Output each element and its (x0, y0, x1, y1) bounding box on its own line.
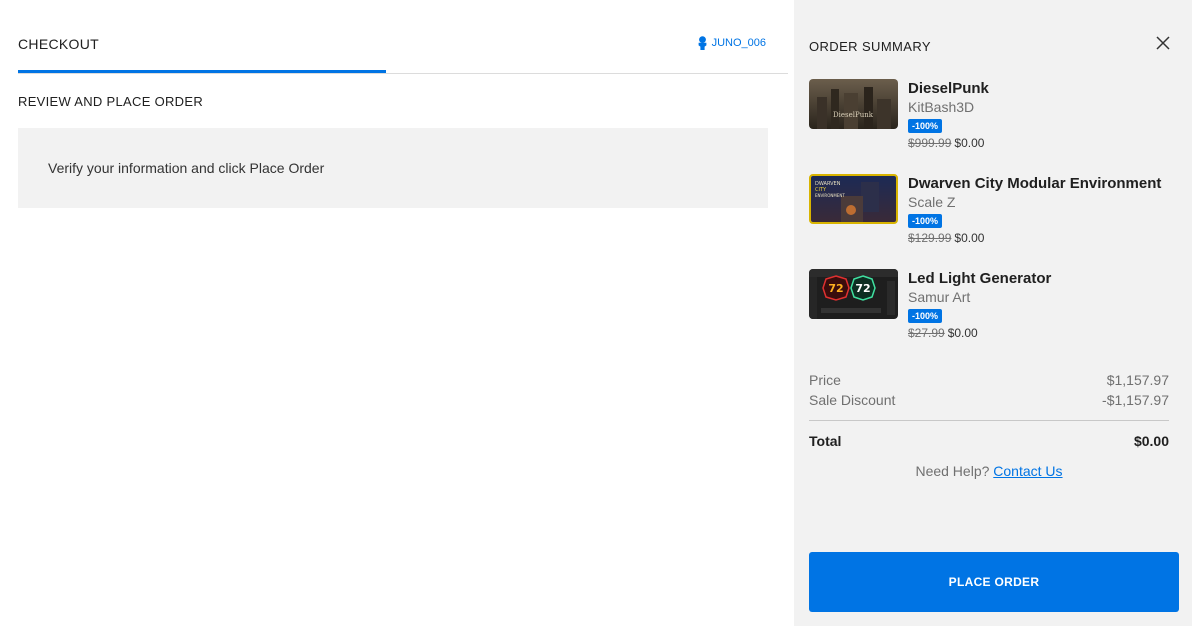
svg-text:72: 72 (828, 282, 843, 295)
checkout-panel: CHECKOUT JUNO_006 REVIEW AND PLACE ORDER… (0, 0, 794, 626)
led-light-thumbnail[interactable]: 72 72 (809, 269, 898, 319)
checkout-page: CHECKOUT JUNO_006 REVIEW AND PLACE ORDER… (0, 0, 1192, 626)
item-publisher: KitBash3D (908, 99, 975, 115)
user-account[interactable]: JUNO_006 (697, 36, 766, 50)
item-publisher: Samur Art (908, 289, 971, 305)
help-text: Need Help? (915, 463, 990, 479)
total-label: Total (809, 433, 842, 449)
total-value: $0.00 (1133, 433, 1169, 449)
close-icon[interactable] (1154, 34, 1172, 52)
svg-text:ENVIRONMENT: ENVIRONMENT (815, 193, 845, 198)
sale-discount-value: -$1,157.97 (1102, 392, 1169, 408)
divider (809, 420, 1169, 421)
discount-badge: -100% (908, 214, 943, 228)
discount-badge: -100% (908, 119, 943, 133)
help-line: Need Help? Contact Us (809, 463, 1169, 479)
item-prices: $27.99 $0.00 (908, 326, 1178, 340)
original-price: $27.99 (908, 326, 945, 340)
item-title[interactable]: DieselPunk (908, 79, 1178, 99)
original-price: $129.99 (908, 231, 952, 245)
dieselpunk-city-thumbnail[interactable]: DieselPunk (809, 79, 898, 129)
sale-price: $0.00 (954, 136, 985, 150)
dwarven-city-thumbnail[interactable]: DWARVEN CITY ENVIRONMENT (809, 174, 898, 224)
price-row: Price $1,157.97 (809, 370, 1169, 390)
item-prices: $999.99 $0.00 (908, 136, 1178, 150)
price-label: Price (809, 372, 841, 388)
discount-badge: -100% (908, 309, 943, 323)
svg-text:72: 72 (855, 282, 870, 295)
user-icon (698, 36, 706, 50)
order-summary-title: ORDER SUMMARY (809, 39, 931, 54)
tab-active-indicator (18, 70, 386, 73)
checkout-header: CHECKOUT JUNO_006 (18, 0, 788, 74)
sale-discount-label: Sale Discount (809, 392, 896, 408)
order-item-info: DieselPunk KitBash3D -100% $999.99 $0.00 (908, 79, 1178, 150)
svg-text:DieselPunk: DieselPunk (833, 111, 874, 119)
item-publisher: Scale Z (908, 194, 956, 210)
total-row: Total $0.00 (809, 431, 1169, 451)
info-text: Verify your information and click Place … (48, 160, 325, 176)
item-prices: $129.99 $0.00 (908, 231, 1178, 245)
section-title: REVIEW AND PLACE ORDER (18, 94, 204, 109)
contact-us-link[interactable]: Contact Us (993, 463, 1062, 479)
tab-checkout[interactable]: CHECKOUT (18, 36, 99, 52)
username: JUNO_006 (711, 37, 766, 49)
sale-price: $0.00 (947, 326, 978, 340)
order-item-info: Led Light Generator Samur Art -100% $27.… (908, 269, 1178, 340)
item-title[interactable]: Led Light Generator (908, 269, 1178, 289)
sale-discount-row: Sale Discount -$1,157.97 (809, 390, 1169, 410)
sale-price: $0.00 (954, 231, 985, 245)
original-price: $999.99 (908, 136, 952, 150)
place-order-button[interactable]: PLACE ORDER (809, 552, 1179, 612)
item-title[interactable]: Dwarven City Modular Environment (908, 174, 1178, 194)
order-totals: Price $1,157.97 Sale Discount -$1,157.97… (809, 370, 1169, 451)
info-box: Verify your information and click Place … (18, 128, 768, 208)
order-item-info: Dwarven City Modular Environment Scale Z… (908, 174, 1178, 245)
order-summary-panel: ORDER SUMMARY DieselPunk DieselPunk KitB… (794, 0, 1192, 626)
price-value: $1,157.97 (1106, 372, 1169, 388)
